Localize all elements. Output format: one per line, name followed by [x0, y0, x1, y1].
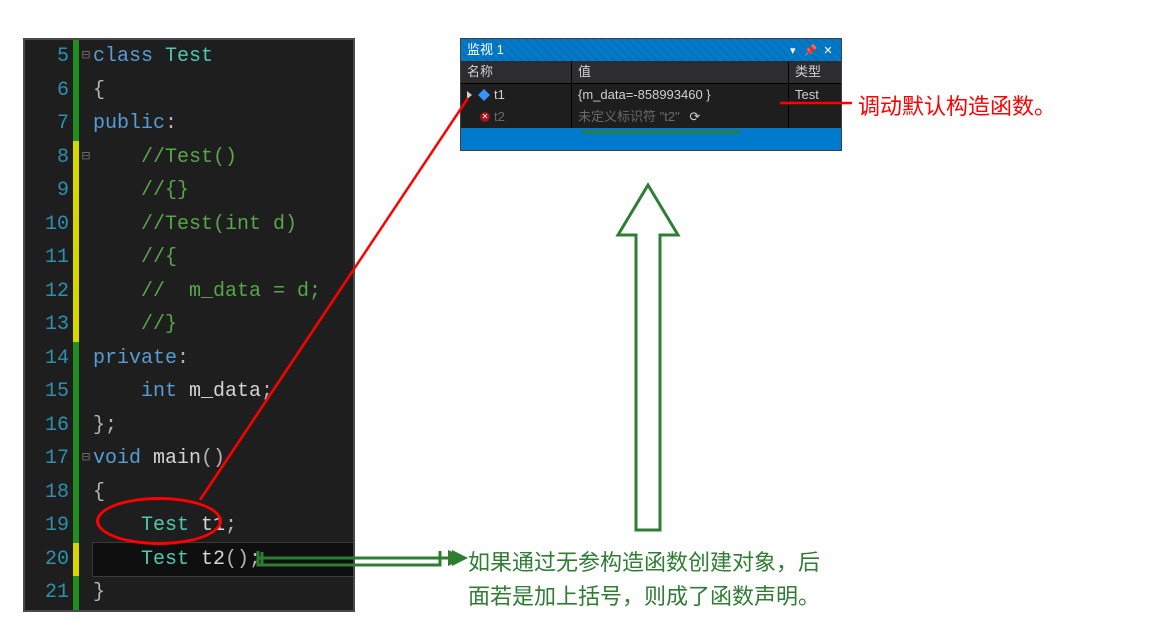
line-number: 13: [25, 308, 73, 342]
code-line[interactable]: 11 //{: [25, 241, 353, 275]
line-number: 8: [25, 141, 73, 175]
fold-toggle: [79, 275, 93, 309]
code-text[interactable]: int m_data;: [93, 375, 353, 409]
code-text[interactable]: //}: [93, 308, 353, 342]
code-line[interactable]: 10 //Test(int d): [25, 208, 353, 242]
code-editor[interactable]: 5⊟class Test6 {7 public:8⊟ //Test()9 //{…: [23, 38, 355, 612]
fold-toggle[interactable]: ⊟: [79, 40, 93, 74]
line-number: 6: [25, 74, 73, 108]
watch-var-type: Test: [789, 84, 841, 106]
annotation-green-text-line1: 如果通过无参构造函数创建对象，后: [468, 548, 820, 578]
fold-toggle[interactable]: ⊟: [79, 442, 93, 476]
code-line[interactable]: 8⊟ //Test(): [25, 141, 353, 175]
watch-row[interactable]: ✕ t2 未定义标识符 "t2" ⟳: [461, 106, 841, 128]
code-line[interactable]: 13 //}: [25, 308, 353, 342]
code-line[interactable]: 9 //{}: [25, 174, 353, 208]
watch-var-value: {m_data=-858993460 }: [572, 84, 789, 106]
code-text[interactable]: }: [93, 576, 353, 610]
close-icon[interactable]: ✕: [821, 40, 835, 62]
line-number: 9: [25, 174, 73, 208]
code-line[interactable]: 15 int m_data;: [25, 375, 353, 409]
code-line[interactable]: 17⊟void main(): [25, 442, 353, 476]
code-line[interactable]: 16 };: [25, 409, 353, 443]
code-line[interactable]: 14 private:: [25, 342, 353, 376]
col-header-value[interactable]: 值: [572, 61, 789, 83]
variable-icon: [478, 89, 490, 101]
fold-toggle: [79, 476, 93, 510]
fold-toggle: [79, 409, 93, 443]
watch-var-name: t2: [494, 106, 505, 128]
code-text[interactable]: public:: [93, 107, 353, 141]
code-text[interactable]: Test t2();: [93, 543, 353, 577]
col-header-name[interactable]: 名称: [461, 61, 572, 83]
code-line[interactable]: 19 Test t1;: [25, 509, 353, 543]
fold-toggle: [79, 342, 93, 376]
code-text[interactable]: {: [93, 74, 353, 108]
code-text[interactable]: private:: [93, 342, 353, 376]
watch-titlebar[interactable]: 监视 1 ▾ 📌 ✕: [461, 39, 841, 61]
line-number: 11: [25, 241, 73, 275]
fold-toggle: [79, 375, 93, 409]
code-text[interactable]: //{: [93, 241, 353, 275]
line-number: 15: [25, 375, 73, 409]
line-number: 20: [25, 543, 73, 577]
code-text[interactable]: //Test(int d): [93, 208, 353, 242]
watch-empty-row[interactable]: [461, 128, 841, 150]
annotation-red-text: 调动默认构造函数。: [858, 92, 1056, 122]
fold-toggle[interactable]: ⊟: [79, 141, 93, 175]
code-line[interactable]: 21 }: [25, 576, 353, 610]
line-number: 21: [25, 576, 73, 610]
fold-toggle: [79, 74, 93, 108]
code-text[interactable]: //{}: [93, 174, 353, 208]
dropdown-icon[interactable]: ▾: [786, 40, 800, 62]
line-number: 14: [25, 342, 73, 376]
line-number: 17: [25, 442, 73, 476]
fold-toggle: [79, 509, 93, 543]
fold-toggle: [79, 208, 93, 242]
code-text[interactable]: void main(): [93, 442, 353, 476]
pin-icon[interactable]: 📌: [803, 40, 817, 62]
code-text[interactable]: class Test: [93, 40, 353, 74]
fold-toggle: [79, 241, 93, 275]
watch-var-type: [789, 106, 841, 128]
code-line[interactable]: 12 // m_data = d;: [25, 275, 353, 309]
fold-toggle: [79, 543, 93, 577]
line-number: 10: [25, 208, 73, 242]
annotation-green-text-line2: 面若是加上括号，则成了函数声明。: [468, 582, 820, 612]
watch-column-header: 名称 值 类型: [461, 61, 841, 84]
code-line[interactable]: 20 Test t2();: [25, 543, 353, 577]
code-line[interactable]: 7 public:: [25, 107, 353, 141]
line-number: 18: [25, 476, 73, 510]
watch-var-value: 未定义标识符 "t2" ⟳: [572, 106, 789, 128]
watch-window: 监视 1 ▾ 📌 ✕ 名称 值 类型 t1 {m_data=-858993460…: [460, 38, 842, 151]
fold-toggle: [79, 576, 93, 610]
fold-toggle: [79, 308, 93, 342]
fold-toggle: [79, 174, 93, 208]
code-line[interactable]: 6 {: [25, 74, 353, 108]
watch-var-name: t1: [494, 84, 505, 106]
line-number: 5: [25, 40, 73, 74]
line-number: 16: [25, 409, 73, 443]
watch-row[interactable]: t1 {m_data=-858993460 } Test: [461, 84, 841, 106]
fold-toggle: [79, 107, 93, 141]
code-text[interactable]: {: [93, 476, 353, 510]
line-number: 19: [25, 509, 73, 543]
code-text[interactable]: };: [93, 409, 353, 443]
code-text[interactable]: Test t1;: [93, 509, 353, 543]
code-text[interactable]: //Test(): [93, 141, 353, 175]
code-line[interactable]: 18 {: [25, 476, 353, 510]
expand-icon[interactable]: [467, 91, 472, 99]
refresh-icon[interactable]: ⟳: [689, 109, 700, 124]
col-header-type[interactable]: 类型: [789, 61, 841, 83]
error-icon: ✕: [480, 112, 490, 122]
watch-title: 监视 1: [467, 39, 504, 61]
line-number: 12: [25, 275, 73, 309]
code-line[interactable]: 5⊟class Test: [25, 40, 353, 74]
line-number: 7: [25, 107, 73, 141]
code-text[interactable]: // m_data = d;: [93, 275, 353, 309]
